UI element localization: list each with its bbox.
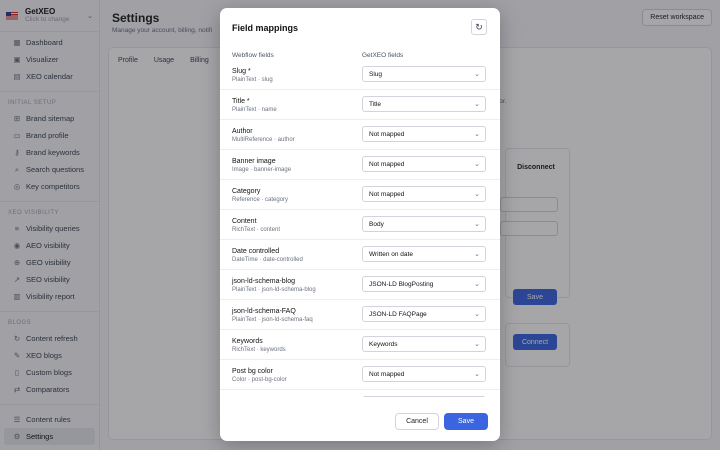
chevron-down-icon: ⌄	[474, 71, 480, 78]
webflow-field-name: json-ld-schema-FAQ	[232, 308, 296, 315]
getxeo-field-select[interactable]: JSON-LD BlogPosting ⌄	[362, 276, 486, 292]
webflow-field-name: json-ld-schema-blog	[232, 278, 296, 285]
getxeo-field-select[interactable]: Not mapped ⌄	[362, 156, 486, 172]
select-value: JSON-LD BlogPosting	[369, 280, 434, 288]
select-value: Not mapped	[369, 190, 405, 198]
webflow-field-name: Keywords	[232, 338, 263, 345]
select-value: Slug	[369, 70, 383, 78]
mapping-row: json-ld-schema-FAQ PlainText · json-ld-sc…	[220, 300, 500, 330]
webflow-field-meta: Color · post-bg-color	[232, 377, 287, 383]
chevron-down-icon: ⌄	[474, 371, 480, 378]
webflow-field-meta: PlainText · name	[232, 107, 277, 113]
webflow-field-meta: PlainText · json-ld-schema-faq	[232, 317, 313, 323]
getxeo-field-select[interactable]: Written on date ⌄	[362, 246, 486, 262]
getxeo-field-select[interactable]: Not mapped ⌄	[362, 366, 486, 382]
getxeo-field-select[interactable]: Not mapped⌄	[362, 396, 486, 397]
mapping-row: json-ld-schema-blog PlainText · json-ld-s…	[220, 270, 500, 300]
mapping-row: ThumbnailNot mapped⌄	[220, 390, 500, 397]
mapping-row: Title * PlainText · name Title ⌄	[220, 90, 500, 120]
select-value: Written on date	[369, 250, 413, 258]
getxeo-field-select[interactable]: Keywords ⌄	[362, 336, 486, 352]
chevron-down-icon: ⌄	[474, 341, 480, 348]
webflow-field-meta: PlainText · json-ld-schema-blog	[232, 287, 316, 293]
select-value: Not mapped	[369, 370, 405, 378]
select-value: Not mapped	[369, 130, 405, 138]
chevron-down-icon: ⌄	[474, 101, 480, 108]
select-value: JSON-LD FAQPage	[369, 310, 427, 318]
cancel-button[interactable]: Cancel	[395, 413, 439, 430]
webflow-field-name: Content	[232, 218, 257, 225]
chevron-down-icon: ⌄	[474, 191, 480, 198]
getxeo-fields-header: GetXEO fields	[362, 52, 404, 59]
mapping-row: Date controlled DateTime · date-controlle…	[220, 240, 500, 270]
webflow-field-meta: Reference · category	[232, 197, 289, 203]
webflow-field-meta: RichText · keywords	[232, 347, 286, 353]
select-value: Not mapped	[369, 160, 405, 168]
select-value: Title	[369, 100, 382, 108]
select-value: Keywords	[369, 340, 398, 348]
chevron-down-icon: ⌄	[474, 251, 480, 258]
webflow-field-name: Author	[232, 128, 253, 135]
getxeo-field-select[interactable]: Slug ⌄	[362, 66, 486, 82]
webflow-field-meta: PlainText · slug	[232, 77, 273, 83]
webflow-field-name: Date controlled	[232, 248, 280, 255]
chevron-down-icon: ⌄	[474, 161, 480, 168]
save-button[interactable]: Save	[444, 413, 488, 430]
mapping-list[interactable]: Slug * PlainText · slug Slug ⌄ Title * PlainT…	[220, 60, 500, 397]
mapping-row: Banner image Image · banner-image Not mapp…	[220, 150, 500, 180]
webflow-fields-header: Webflow fields	[232, 52, 274, 59]
field-mappings-modal: Field mappings ↻ Webflow fields GetXEO f…	[220, 8, 500, 441]
chevron-down-icon: ⌄	[474, 311, 480, 318]
webflow-field-meta: DateTime · date-controlled	[232, 257, 303, 263]
select-value: Body	[369, 220, 384, 228]
webflow-field-meta: MultiReference · author	[232, 137, 295, 143]
webflow-field-name: Slug *	[232, 68, 251, 75]
refresh-button[interactable]: ↻	[471, 19, 487, 35]
webflow-field-meta: Image · banner-image	[232, 167, 292, 173]
mapping-row: Post bg color Color · post-bg-color Not ma…	[220, 360, 500, 390]
webflow-field-meta: RichText · content	[232, 227, 281, 233]
getxeo-field-select[interactable]: Not mapped ⌄	[362, 126, 486, 142]
mapping-row: Keywords RichText · keywords Keywords ⌄	[220, 330, 500, 360]
getxeo-field-select[interactable]: Title ⌄	[362, 96, 486, 112]
refresh-icon: ↻	[475, 21, 483, 32]
webflow-field-name: Category	[232, 188, 261, 195]
chevron-down-icon: ⌄	[474, 281, 480, 288]
modal-title: Field mappings	[232, 23, 299, 33]
mapping-row: Slug * PlainText · slug Slug ⌄	[220, 60, 500, 90]
chevron-down-icon: ⌄	[474, 221, 480, 228]
getxeo-field-select[interactable]: Not mapped ⌄	[362, 186, 486, 202]
webflow-field-name: Banner image	[232, 158, 276, 165]
getxeo-field-select[interactable]: Body ⌄	[362, 216, 486, 232]
webflow-field-name: Post bg color	[232, 368, 273, 375]
webflow-field-name: Title *	[232, 98, 250, 105]
mapping-row: Content RichText · content Body ⌄	[220, 210, 500, 240]
chevron-down-icon: ⌄	[474, 131, 480, 138]
mapping-row: Category Reference · category Not mapped ⌄	[220, 180, 500, 210]
mapping-row: Author MultiReference · author Not mapped ⌄	[220, 120, 500, 150]
getxeo-field-select[interactable]: JSON-LD FAQPage ⌄	[362, 306, 486, 322]
